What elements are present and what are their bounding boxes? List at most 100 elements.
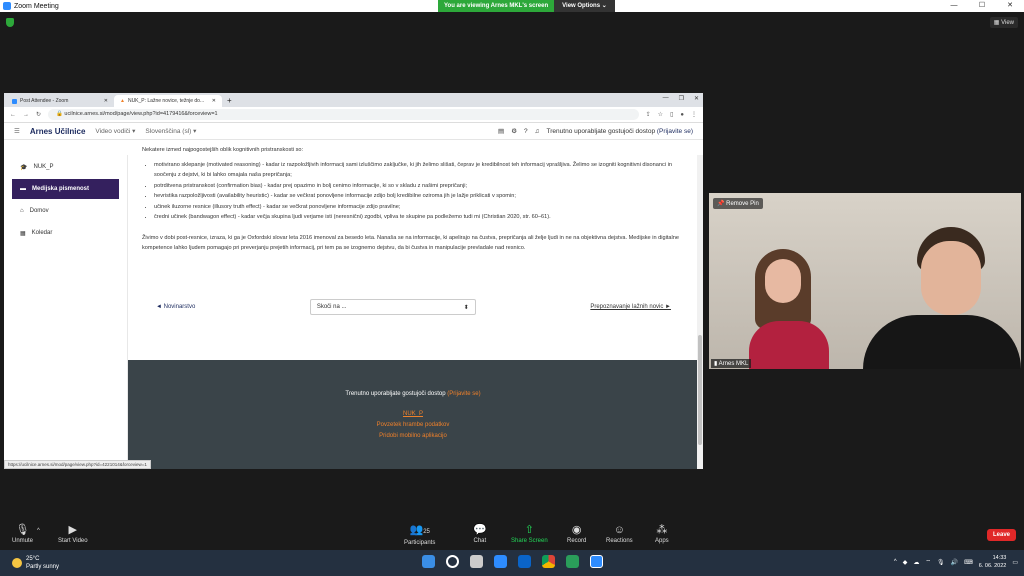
activity-navigation: ◄ Novinarstvo Skoči na ... ⬍ Prepoznavanj… [156,299,671,315]
footer-link-data-retention[interactable]: Povzetek hrambe podatkov [128,420,698,431]
sidepanel-icon[interactable]: ▯ [670,111,673,118]
video-menu[interactable]: Video vodiči ▾ [95,127,135,135]
view-options-label: View Options [562,3,601,9]
close-tab-icon[interactable]: ✕ [104,98,108,104]
footer-login-link[interactable]: (Prijavite se) [447,391,480,397]
tray-overflow-icon[interactable]: ^ [894,559,897,565]
reactions-button[interactable]: ☺ Reactions [606,524,633,544]
microphone-muted-icon: 🎙 [15,524,30,536]
share-icon[interactable]: ⇪ [646,111,651,118]
participants-icon: 👥25 [409,524,430,536]
list-item: potrditvena pristranskost (confirmation … [154,181,687,192]
record-label: Record [567,538,587,544]
file-explorer-icon[interactable] [470,555,483,568]
minimize-icon[interactable]: — [940,0,968,12]
record-button[interactable]: ◉ Record [567,524,586,544]
calendar-icon: ▦ [20,230,26,237]
jump-to-select[interactable]: Skoči na ... ⬍ [309,299,476,315]
sidebar-item-domov[interactable]: ⌂ Domov [12,201,119,221]
weather-widget[interactable]: 25°C Partly sunny [12,555,59,571]
unmute-button[interactable]: 🎙 Unmute [12,524,33,544]
browser-tab-zoom[interactable]: Post Attendee - Zoom ✕ [6,95,114,107]
forward-icon[interactable]: → [23,112,29,118]
outlook-icon[interactable] [518,555,531,568]
page-scrollbar[interactable] [697,155,703,469]
green-app-icon[interactable] [566,555,579,568]
windows-start-icon[interactable] [422,555,435,568]
login-link[interactable]: (Prijavite se) [657,128,693,135]
view-button[interactable]: ▦ View [989,17,1018,28]
zoom-taskbar-icon[interactable] [494,555,507,568]
hamburger-icon[interactable]: ☰ [14,127,20,135]
viewing-label: You are viewing Arnes MKL's screen [438,0,555,12]
participants-button[interactable]: 👥25 Participants [404,524,435,546]
microphone-tray-icon[interactable]: 🎙 [937,559,945,566]
bookmark-star-icon[interactable]: ☆ [658,111,663,118]
tab-label: Post Attendee - Zoom [20,98,69,104]
browser-minimize-icon[interactable]: — [663,95,669,102]
new-tab-icon[interactable]: + [222,95,237,107]
reload-icon[interactable]: ↻ [36,111,41,118]
onedrive-icon[interactable]: ☁ [913,559,919,566]
language-icon[interactable]: ⌨ [964,559,973,566]
page-footer: Trenutno uporabljate gostujoči dostop (P… [128,360,698,469]
clock[interactable]: 14:33 6. 06. 2022 [979,554,1007,570]
view-options-button[interactable]: View Options ⌄ [554,0,615,12]
sidebar-item-label: Medijska pismenost [32,186,90,192]
sidebar-item-koledar[interactable]: ▦ Koledar [12,223,119,243]
chrome-icon[interactable] [542,555,555,568]
book-icon[interactable]: ▤ [498,127,504,135]
notification-icon[interactable]: ♫ [535,128,540,135]
start-video-button[interactable]: ▶ Start Video [58,524,88,544]
weather-temp: 25°C [26,556,40,562]
audio-options-caret[interactable]: ^ [37,528,40,534]
status-url-bar: https://ucilnice.arnes.si/mod/page/view.… [4,460,151,469]
browser-tabstrip: Post Attendee - Zoom ✕ ▲ NUK_P: Lažne no… [4,93,703,107]
zoom-active-icon[interactable] [590,555,603,568]
profile-icon[interactable]: ● [680,112,684,118]
list-item: hevristika razpoložljivosti (availabilit… [154,191,687,202]
prev-activity-link[interactable]: ◄ Novinarstvo [156,304,195,310]
help-icon[interactable]: ? [524,128,528,135]
search-icon[interactable] [446,555,459,568]
share-screen-button[interactable]: ⇧ Share Screen [511,524,548,544]
footer-link-nuk[interactable]: NUK_P [128,409,698,420]
footer-link-mobile-app[interactable]: Pridobi mobilno aplikacijo [128,431,698,442]
graduation-cap-icon: 🎓 [20,164,28,171]
footer-guest-notice: Trenutno uporabljate gostujoči dostop (P… [128,391,698,397]
back-icon[interactable]: ← [10,112,16,118]
volume-icon[interactable]: 🔊 [951,559,958,566]
close-tab-icon[interactable]: ✕ [212,98,216,104]
footer-guest-text: Trenutno uporabljate gostujoči dostop [345,391,446,397]
browser-tab-nuk[interactable]: ▲ NUK_P: Lažne novice, težnje do... ✕ [114,95,222,107]
sidebar-item-nuk[interactable]: 🎓 NUK_P [12,157,119,177]
select-arrow-icon: ⬍ [463,304,469,311]
scrollbar-thumb[interactable] [698,335,702,445]
body [749,321,829,369]
apps-button[interactable]: ⁂ Apps [655,524,669,544]
notifications-icon[interactable]: ▭ [1012,559,1018,566]
participant-video[interactable]: 📌 Remove Pin ▮ Arnes MKL [709,193,1021,369]
chat-button[interactable]: 💬 Chat [473,524,487,544]
share-screen-label: Share Screen [511,538,548,544]
security-shield-icon[interactable] [6,18,14,27]
post-truth-paragraph: Živimo v dobi post-resnice, izraza, ki g… [142,234,679,252]
next-activity-link[interactable]: Prepoznavanje lažnih novic ► [590,304,671,310]
sidebar-item-medijska-pismenost[interactable]: ▬ Medijska pismenost [12,179,119,199]
footer-links: NUK_P Povzetek hrambe podatkov Pridobi m… [128,409,698,442]
browser-maximize-icon[interactable]: ❐ [679,95,684,102]
menu-dots-icon[interactable]: ⋮ [691,111,697,118]
leave-button[interactable]: Leave [986,529,1016,541]
remove-pin-button[interactable]: 📌 Remove Pin [713,198,763,209]
dropbox-icon[interactable]: ◆ [903,559,908,566]
moodle-navbar: ☰ Arnes Učilnice Video vodiči ▾ Slovenšč… [4,123,703,140]
language-menu[interactable]: Slovenščina (sl) ▾ [145,127,196,135]
maximize-icon[interactable]: ☐ [968,0,996,12]
site-brand[interactable]: Arnes Učilnice [30,127,86,136]
close-icon[interactable]: ✕ [996,0,1024,12]
browser-close-icon[interactable]: ✕ [694,95,699,102]
settings-icon[interactable]: ⚙ [511,127,517,135]
content-intro: Nekatere izmed najpogostejših oblik kogn… [142,147,304,153]
wifi-icon[interactable]: ⌔ [925,558,931,566]
url-field[interactable]: 🔒 ucilnice.arnes.si/mod/page/view.php?id… [48,109,639,120]
